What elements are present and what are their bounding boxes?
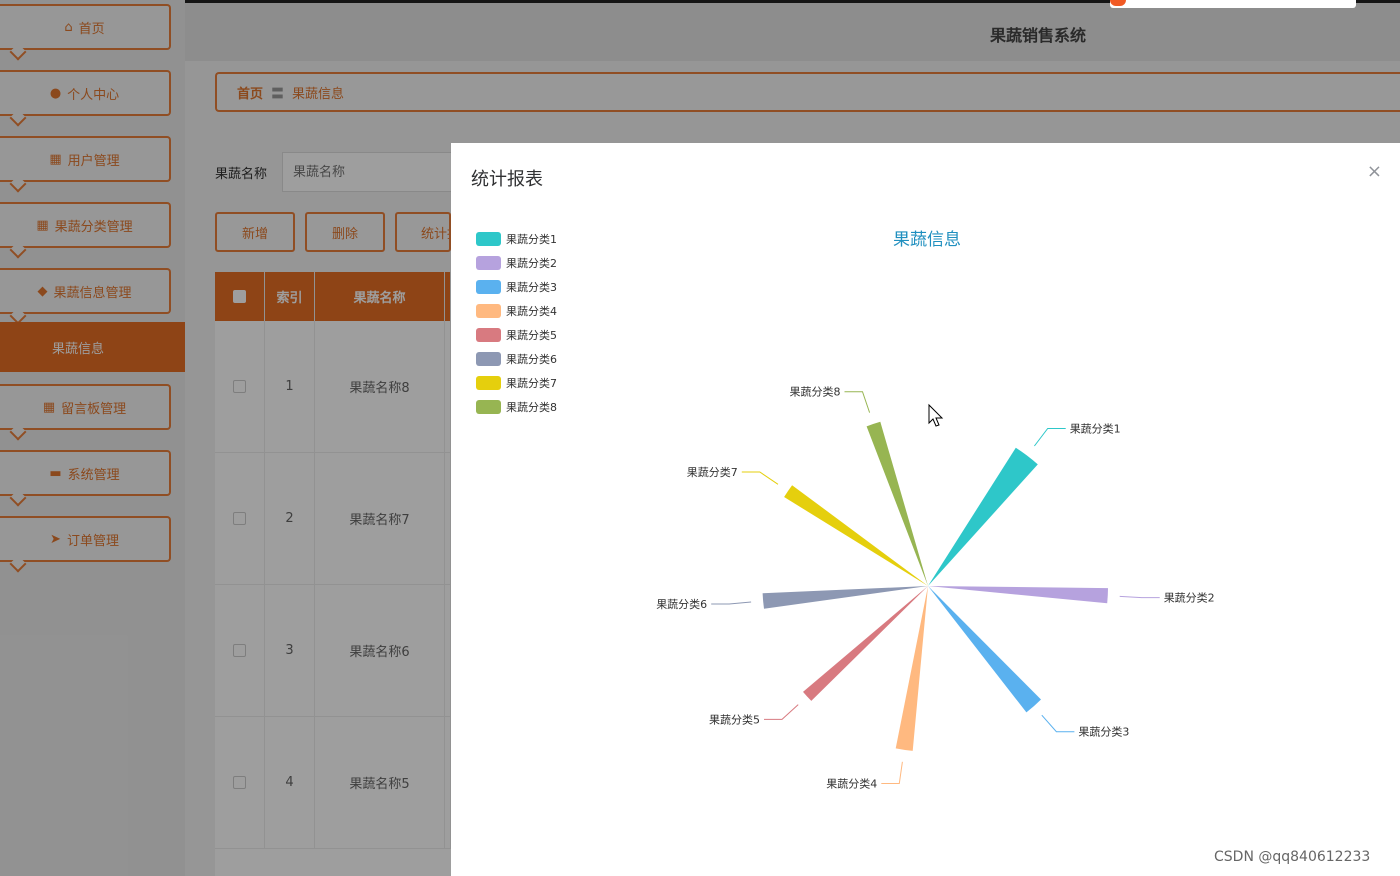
legend-label[interactable]: 果蔬分类7 [506,376,557,390]
slice-label-line [1119,595,1160,599]
pie-slice[interactable] [784,485,928,586]
slice-label: 果蔬分类4 [826,777,877,791]
pie-slice[interactable] [866,421,928,586]
legend-label[interactable]: 果蔬分类5 [506,328,557,342]
legend-label[interactable]: 果蔬分类8 [506,400,557,414]
slice-label: 果蔬分类2 [1164,591,1215,605]
legend-label[interactable]: 果蔬分类3 [506,280,557,294]
legend-swatch[interactable] [476,376,501,390]
slice-label: 果蔬分类1 [1070,422,1121,436]
watermark: CSDN @qq840612233 [1214,849,1371,865]
legend-swatch[interactable] [476,232,501,246]
legend-swatch[interactable] [476,280,501,294]
slice-label-line [741,471,779,485]
pie-slice[interactable] [928,586,1108,604]
legend-swatch[interactable] [476,400,501,414]
slice-label-line [844,391,871,413]
mouse-cursor-icon [928,403,944,427]
legend-label[interactable]: 果蔬分类6 [506,352,557,366]
legend-label[interactable]: 果蔬分类1 [506,232,557,246]
pie-slice[interactable] [762,586,928,609]
slice-label: 果蔬分类8 [790,385,841,399]
pie-slice[interactable] [928,586,1041,713]
slice-label-line [1034,428,1066,447]
stats-dialog: 统计报表 × 果蔬信息 果蔬分类1 果蔬分类2 果蔬分类3 果蔬分类4 果蔬分类5 果蔬分类… [451,143,1400,876]
slice-label: 果蔬分类7 [687,465,738,479]
legend-swatch[interactable] [476,256,501,270]
browser-extension-bar [1110,0,1356,8]
slice-label: 果蔬分类6 [656,597,707,611]
slice-label-line [764,704,799,720]
legend-swatch[interactable] [476,352,501,366]
legend-label[interactable]: 果蔬分类4 [506,304,557,318]
slice-label-line [1041,714,1075,733]
pie-slice[interactable] [928,447,1038,586]
legend-swatch[interactable] [476,304,501,318]
legend-swatch[interactable] [476,328,501,342]
legend-label[interactable]: 果蔬分类2 [506,256,557,270]
chart-title: 果蔬信息 [893,230,961,250]
extension-icon [1110,0,1126,6]
slice-label-line [711,601,752,605]
slice-label: 果蔬分类3 [1078,725,1129,739]
slice-label: 果蔬分类5 [709,712,760,726]
pie-chart: 果蔬信息果蔬分类1果蔬分类2果蔬分类3果蔬分类4果蔬分类5果蔬分类6果蔬分类7果… [476,230,1215,791]
slice-label-line [881,761,903,784]
